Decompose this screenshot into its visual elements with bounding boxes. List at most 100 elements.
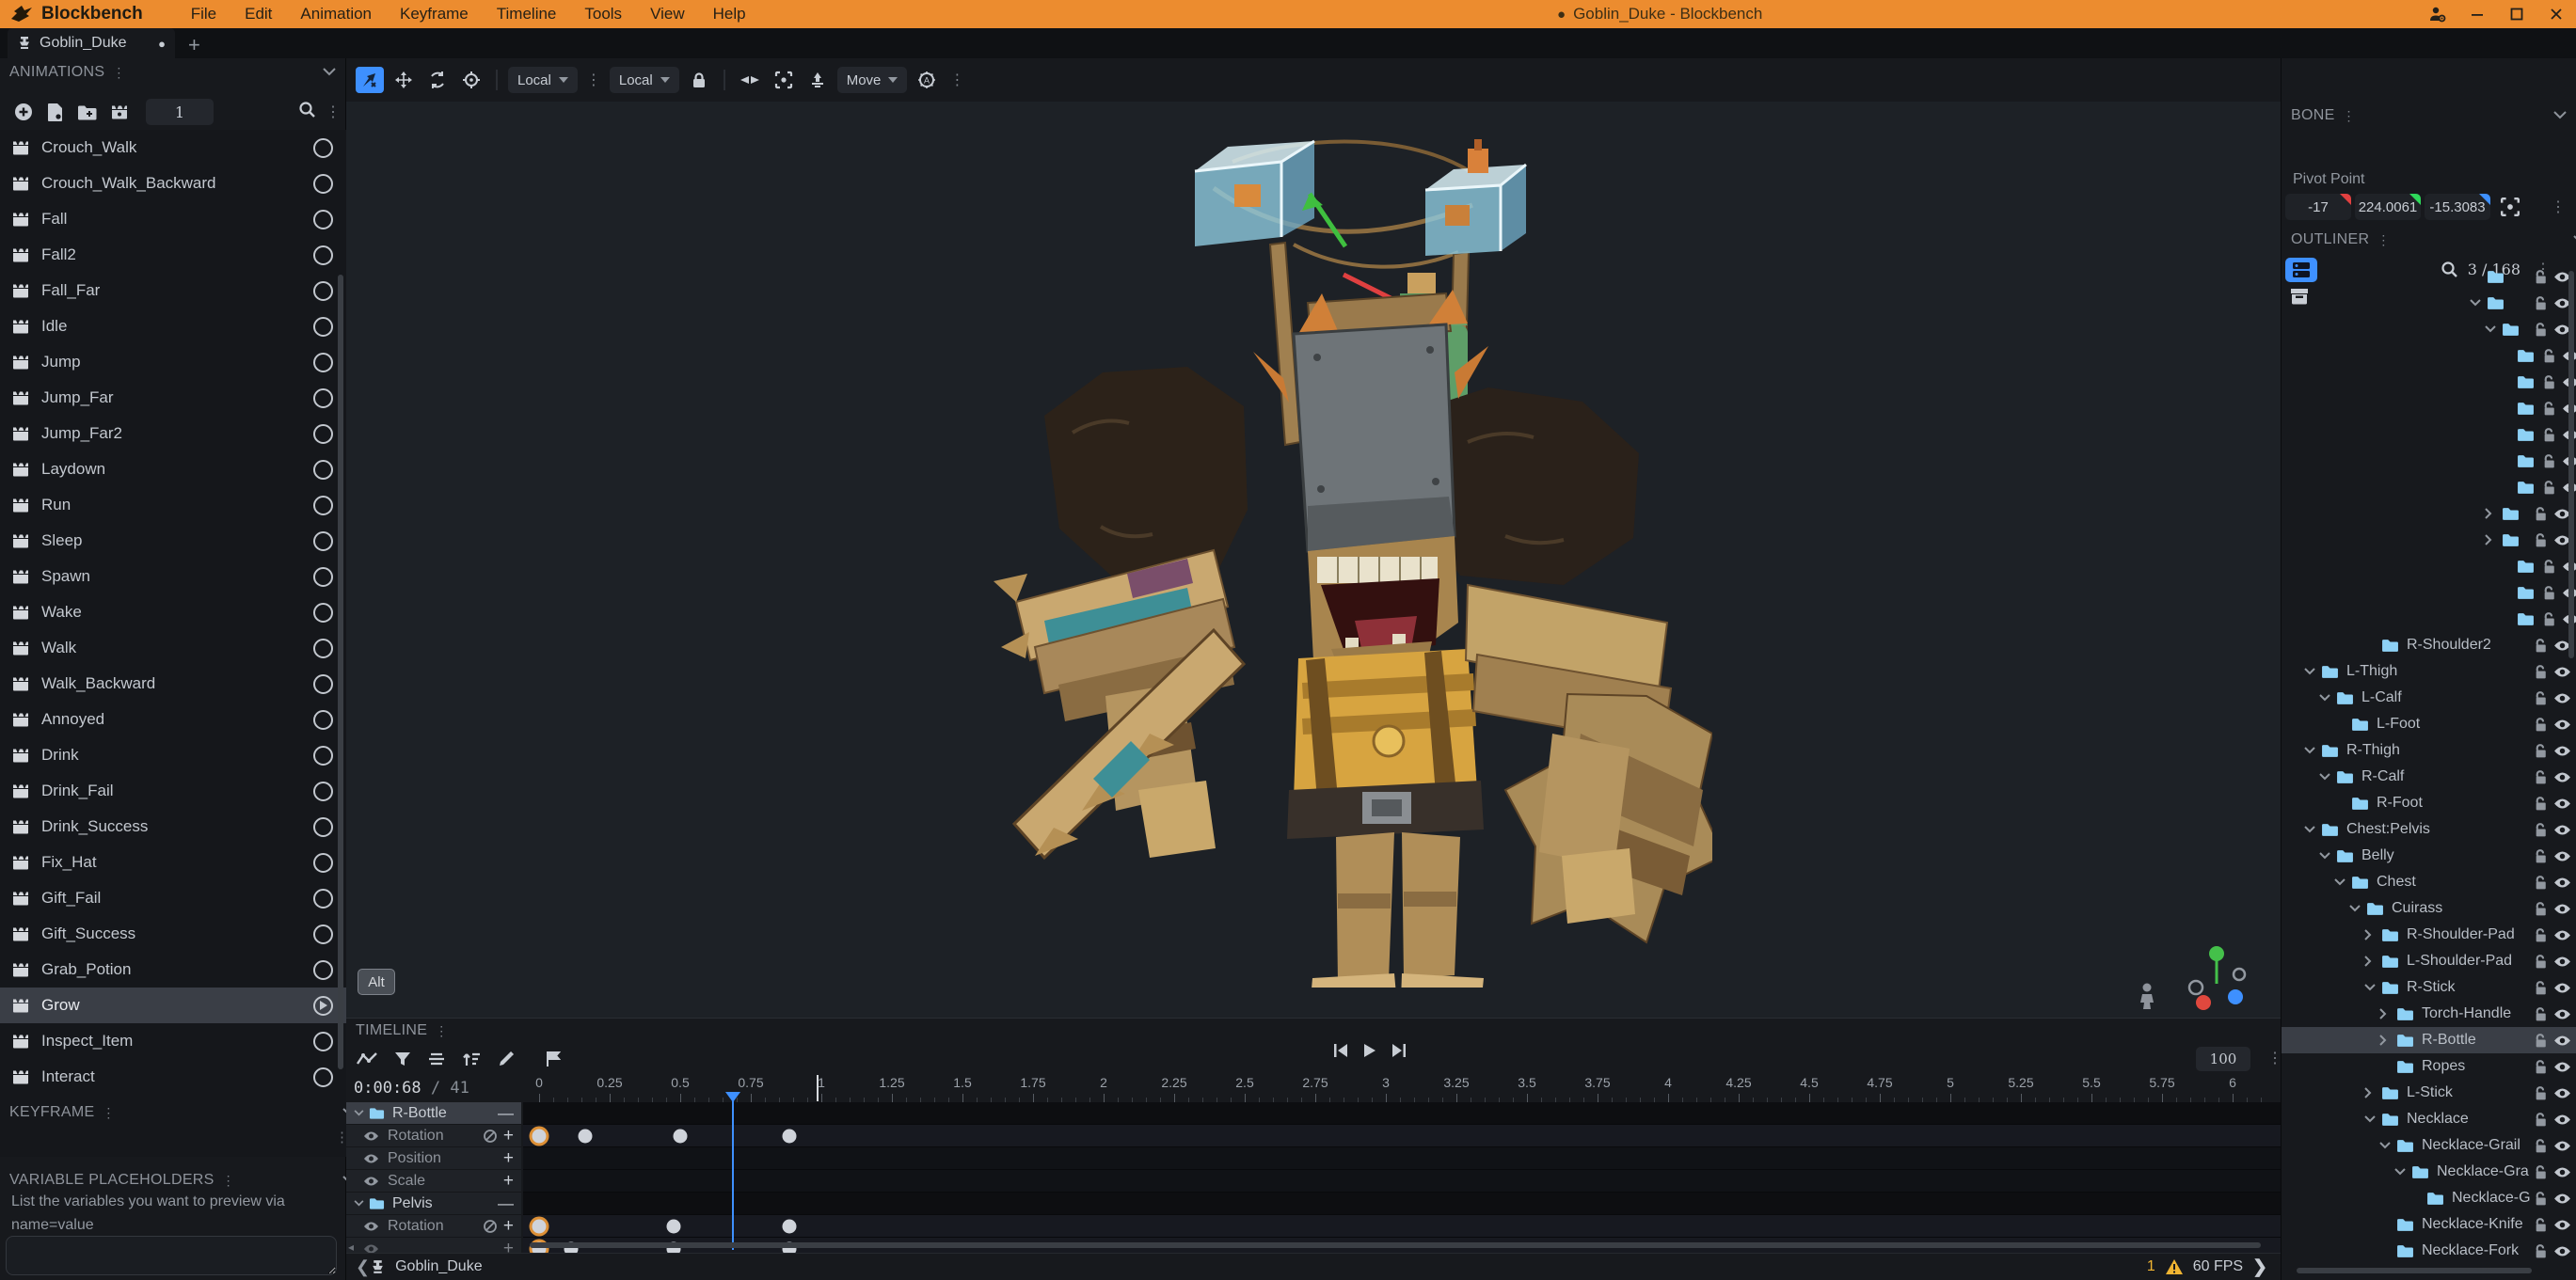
animation-list-item[interactable]: Crouch_Walk	[0, 130, 346, 166]
unlock-icon[interactable]	[2534, 822, 2550, 838]
animation-list-item[interactable]: Fall	[0, 201, 346, 237]
menu-view[interactable]: View	[636, 5, 699, 24]
outliner-row[interactable]	[2282, 290, 2576, 316]
outliner-row[interactable]: R-Calf	[2282, 764, 2576, 790]
timeline-lane[interactable]	[523, 1170, 2281, 1193]
unlock-icon[interactable]	[2534, 743, 2550, 759]
expand-chevron-icon[interactable]	[2379, 1142, 2396, 1149]
outliner-row[interactable]: Necklace-Fork	[2282, 1238, 2576, 1264]
menu-help[interactable]: Help	[699, 5, 760, 24]
visibility-eye-icon[interactable]	[2553, 1008, 2571, 1020]
unlock-icon[interactable]	[2534, 1112, 2550, 1128]
outliner-row[interactable]: Belly	[2282, 843, 2576, 869]
panel-menu-dots[interactable]: ⋮	[2545, 198, 2571, 216]
outliner-row[interactable]	[2282, 474, 2576, 500]
project-tab[interactable]: Goblin_Duke ●	[8, 28, 175, 58]
animation-list-item[interactable]: Fall2	[0, 237, 346, 273]
channel-visibility-eye-icon[interactable]	[363, 1176, 379, 1187]
unlock-icon[interactable]	[2534, 664, 2550, 680]
panel-menu-dots[interactable]: ⋮	[2335, 108, 2363, 124]
outliner-row[interactable]: R-Stick	[2282, 974, 2576, 1001]
unlock-icon[interactable]	[2534, 1085, 2550, 1101]
add-keyframe-button[interactable]: +	[503, 1241, 514, 1255]
unlock-icon[interactable]	[2542, 480, 2558, 496]
expand-chevron-icon[interactable]	[2485, 534, 2502, 545]
outliner-row[interactable]: Necklace	[2282, 1106, 2576, 1132]
search-icon[interactable]	[298, 101, 316, 123]
expand-chevron-icon[interactable]	[2379, 1035, 2396, 1046]
keyframe-dot[interactable]	[666, 1219, 680, 1233]
expand-chevron-icon[interactable]	[2364, 984, 2381, 991]
toolbar-overflow-dots[interactable]: ⋮	[580, 71, 607, 89]
outliner-row[interactable]	[2282, 395, 2576, 421]
maximize-button[interactable]	[2497, 0, 2536, 28]
menu-keyframe[interactable]: Keyframe	[386, 5, 483, 24]
timeline-lane[interactable]	[523, 1125, 2281, 1147]
play-button[interactable]	[1362, 1043, 1377, 1063]
unlock-icon[interactable]	[2534, 769, 2550, 785]
toolbar-overflow-dots[interactable]: ⋮	[944, 71, 970, 89]
new-folder-button[interactable]	[77, 104, 97, 120]
graph-disabled-icon[interactable]	[483, 1219, 498, 1234]
animation-select-toggle[interactable]	[313, 853, 333, 873]
timeline-channel-row[interactable]: Rotation +	[346, 1125, 521, 1147]
outliner-row[interactable]	[2282, 448, 2576, 474]
timeline-channel-row[interactable]: Position +	[346, 1147, 521, 1170]
visibility-eye-icon[interactable]	[2553, 850, 2571, 862]
visibility-eye-icon[interactable]	[2553, 1087, 2571, 1099]
timeline-zoom-input[interactable]: 100	[2196, 1047, 2250, 1071]
keyframe-dot[interactable]	[674, 1129, 688, 1143]
outliner-row[interactable]	[2282, 421, 2576, 448]
add-keyframe-button[interactable]: +	[503, 1174, 514, 1189]
animation-select-toggle[interactable]	[313, 817, 333, 837]
outliner-row[interactable]	[2282, 342, 2576, 369]
unlock-icon[interactable]	[2534, 1033, 2550, 1049]
outliner-row[interactable]: R-Thigh	[2282, 737, 2576, 764]
outliner-row[interactable]: Necklace-G	[2282, 1185, 2576, 1211]
move-tool-button[interactable]	[356, 67, 384, 93]
remove-track-button[interactable]: —	[498, 1194, 514, 1213]
outliner-row[interactable]: Necklace-Knife	[2282, 1211, 2576, 1238]
unlock-icon[interactable]	[2542, 453, 2558, 469]
panel-menu-dots[interactable]: ⋮	[320, 103, 346, 121]
outliner-row[interactable]: L-Thigh	[2282, 658, 2576, 685]
unlock-icon[interactable]	[2534, 848, 2550, 864]
animation-list-item[interactable]: Annoyed	[0, 702, 346, 737]
unlock-icon[interactable]	[2534, 901, 2550, 917]
keyframe-dot[interactable]	[578, 1129, 592, 1143]
expand-chevron-icon[interactable]	[2349, 905, 2366, 912]
visibility-eye-icon[interactable]	[2553, 956, 2571, 968]
unlock-icon[interactable]	[2542, 348, 2558, 364]
channel-visibility-eye-icon[interactable]	[363, 1221, 379, 1232]
outliner-vertical-scrollbar[interactable]	[2568, 271, 2574, 658]
animation-list-item[interactable]: Drink_Fail	[0, 773, 346, 809]
animation-end-marker[interactable]	[817, 1075, 819, 1101]
unlock-icon[interactable]	[2534, 532, 2550, 548]
animation-select-toggle[interactable]	[313, 424, 333, 444]
visibility-eye-icon[interactable]	[2553, 771, 2571, 783]
animation-list-item[interactable]: Gift_Success	[0, 916, 346, 952]
unlock-icon[interactable]	[2542, 401, 2558, 417]
keyframe-dot[interactable]	[533, 1219, 547, 1233]
warning-icon[interactable]	[2165, 1258, 2184, 1275]
animation-select-toggle[interactable]	[313, 567, 333, 587]
pivot-y-input[interactable]: 224.0061	[2355, 194, 2421, 220]
animations-scrollbar[interactable]	[338, 275, 343, 1069]
timeline-channel-row[interactable]: Rotation +	[346, 1215, 521, 1238]
jump-to-end-button[interactable]	[1391, 1043, 1407, 1063]
animation-select-toggle[interactable]	[313, 889, 333, 909]
panel-menu-dots[interactable]: ⋮	[2262, 1049, 2288, 1067]
expand-chevron-icon[interactable]	[2304, 747, 2321, 754]
timeline-lane[interactable]	[523, 1193, 2281, 1215]
outliner-row[interactable]	[2282, 553, 2576, 579]
animation-select-toggle[interactable]	[313, 496, 333, 515]
unlock-icon[interactable]	[2534, 1138, 2550, 1154]
minimize-button[interactable]	[2457, 0, 2497, 28]
panel-menu-dots[interactable]: ⋮	[427, 1023, 455, 1039]
unlock-icon[interactable]	[2534, 295, 2550, 311]
channel-visibility-eye-icon[interactable]	[363, 1153, 379, 1164]
menu-timeline[interactable]: Timeline	[483, 5, 571, 24]
keyframe-dot[interactable]	[783, 1129, 797, 1143]
visibility-eye-icon[interactable]	[2553, 1166, 2571, 1178]
animation-select-toggle[interactable]	[313, 639, 333, 658]
